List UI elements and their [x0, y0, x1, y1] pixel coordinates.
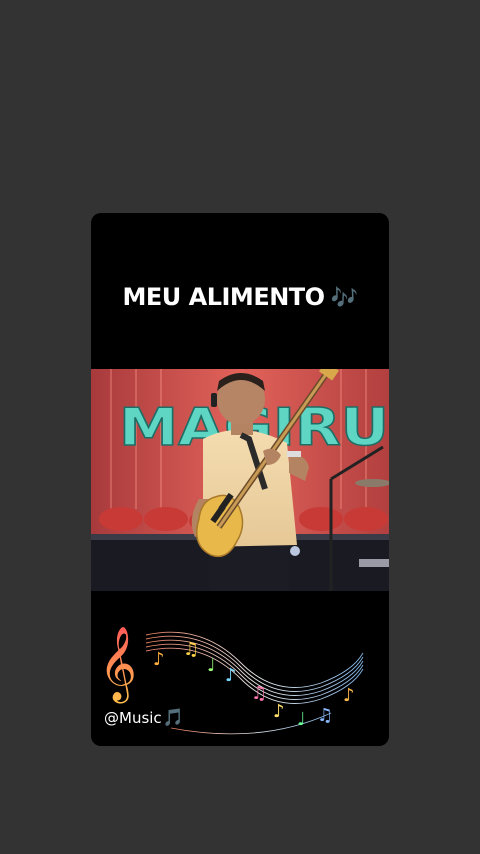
svg-text:♪: ♪	[273, 701, 285, 722]
svg-text:♫: ♫	[183, 639, 199, 660]
music-handle[interactable]: @Music🎵	[104, 708, 184, 728]
video-frame[interactable]: MAGIRU	[91, 369, 389, 591]
story-card[interactable]: MEU ALIMENTO 🎶 MAGIRU 𝄞 ♪ ♫ ♩ ♪ ♫ ♪ ♩ ♫ …	[91, 213, 389, 746]
svg-text:♩: ♩	[207, 655, 216, 676]
svg-text:♫: ♫	[251, 683, 267, 704]
story-caption: MEU ALIMENTO 🎶	[91, 283, 389, 311]
handle-text[interactable]: @Music	[104, 709, 162, 727]
music-note-emoji-icon: 🎵	[162, 708, 184, 728]
caption-text: MEU ALIMENTO	[122, 283, 326, 311]
svg-text:♪: ♪	[343, 685, 355, 706]
svg-text:♩: ♩	[297, 709, 306, 730]
svg-text:♪: ♪	[153, 649, 165, 670]
stage-light	[290, 546, 300, 556]
caption-notes-emoji: 🎶	[330, 286, 358, 311]
treble-clef-icon: 𝄞	[99, 627, 137, 704]
svg-text:♫: ♫	[317, 705, 333, 726]
svg-text:♪: ♪	[225, 665, 237, 686]
